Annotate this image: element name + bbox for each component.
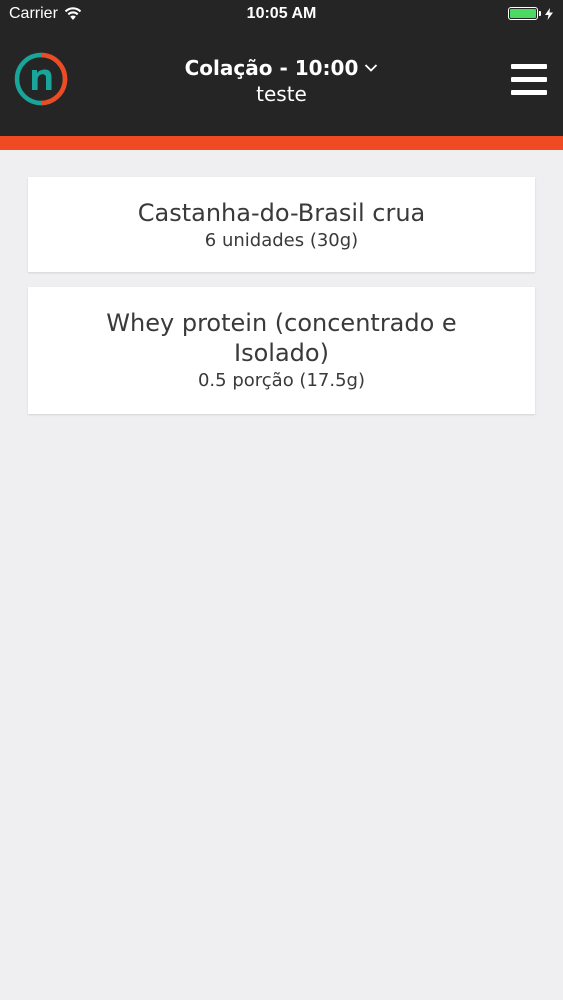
meal-selector[interactable]: Colação - 10:00: [185, 56, 379, 80]
food-card[interactable]: Whey protein (concentrado e Isolado) 0.5…: [28, 287, 535, 414]
food-card[interactable]: Castanha-do-Brasil crua 6 unidades (30g): [28, 177, 535, 272]
battery-indicator: [508, 7, 553, 20]
battery-level: [510, 9, 536, 18]
charging-bolt-icon: [545, 7, 553, 20]
page-title: Colação - 10:00: [184, 56, 359, 80]
header-accent-bar: [0, 136, 563, 150]
page-subtitle: teste: [256, 82, 307, 106]
nutrition-logo-icon[interactable]: [14, 52, 68, 106]
food-name: Castanha-do-Brasil crua: [137, 199, 426, 227]
battery-tip: [539, 11, 541, 16]
chevron-down-icon: [365, 64, 378, 72]
status-time: 10:05 AM: [246, 5, 317, 22]
hamburger-menu-icon: [511, 64, 547, 69]
hamburger-line-middle: [511, 77, 547, 82]
status-bar: Carrier 10:05 AM: [0, 0, 563, 30]
hamburger-line-bottom: [511, 90, 547, 95]
food-portion: 6 unidades (30g): [204, 230, 359, 251]
battery-icon: [508, 7, 538, 20]
food-name: Whey protein (concentrado e Isolado): [106, 309, 457, 367]
food-portion: 0.5 porção (17.5g): [197, 370, 365, 391]
meal-title-block: Colação - 10:00 teste: [120, 56, 443, 106]
app-header: Carrier 10:05 AM Colação - 10:00 teste: [0, 0, 563, 136]
hamburger-menu-button[interactable]: [511, 64, 547, 96]
